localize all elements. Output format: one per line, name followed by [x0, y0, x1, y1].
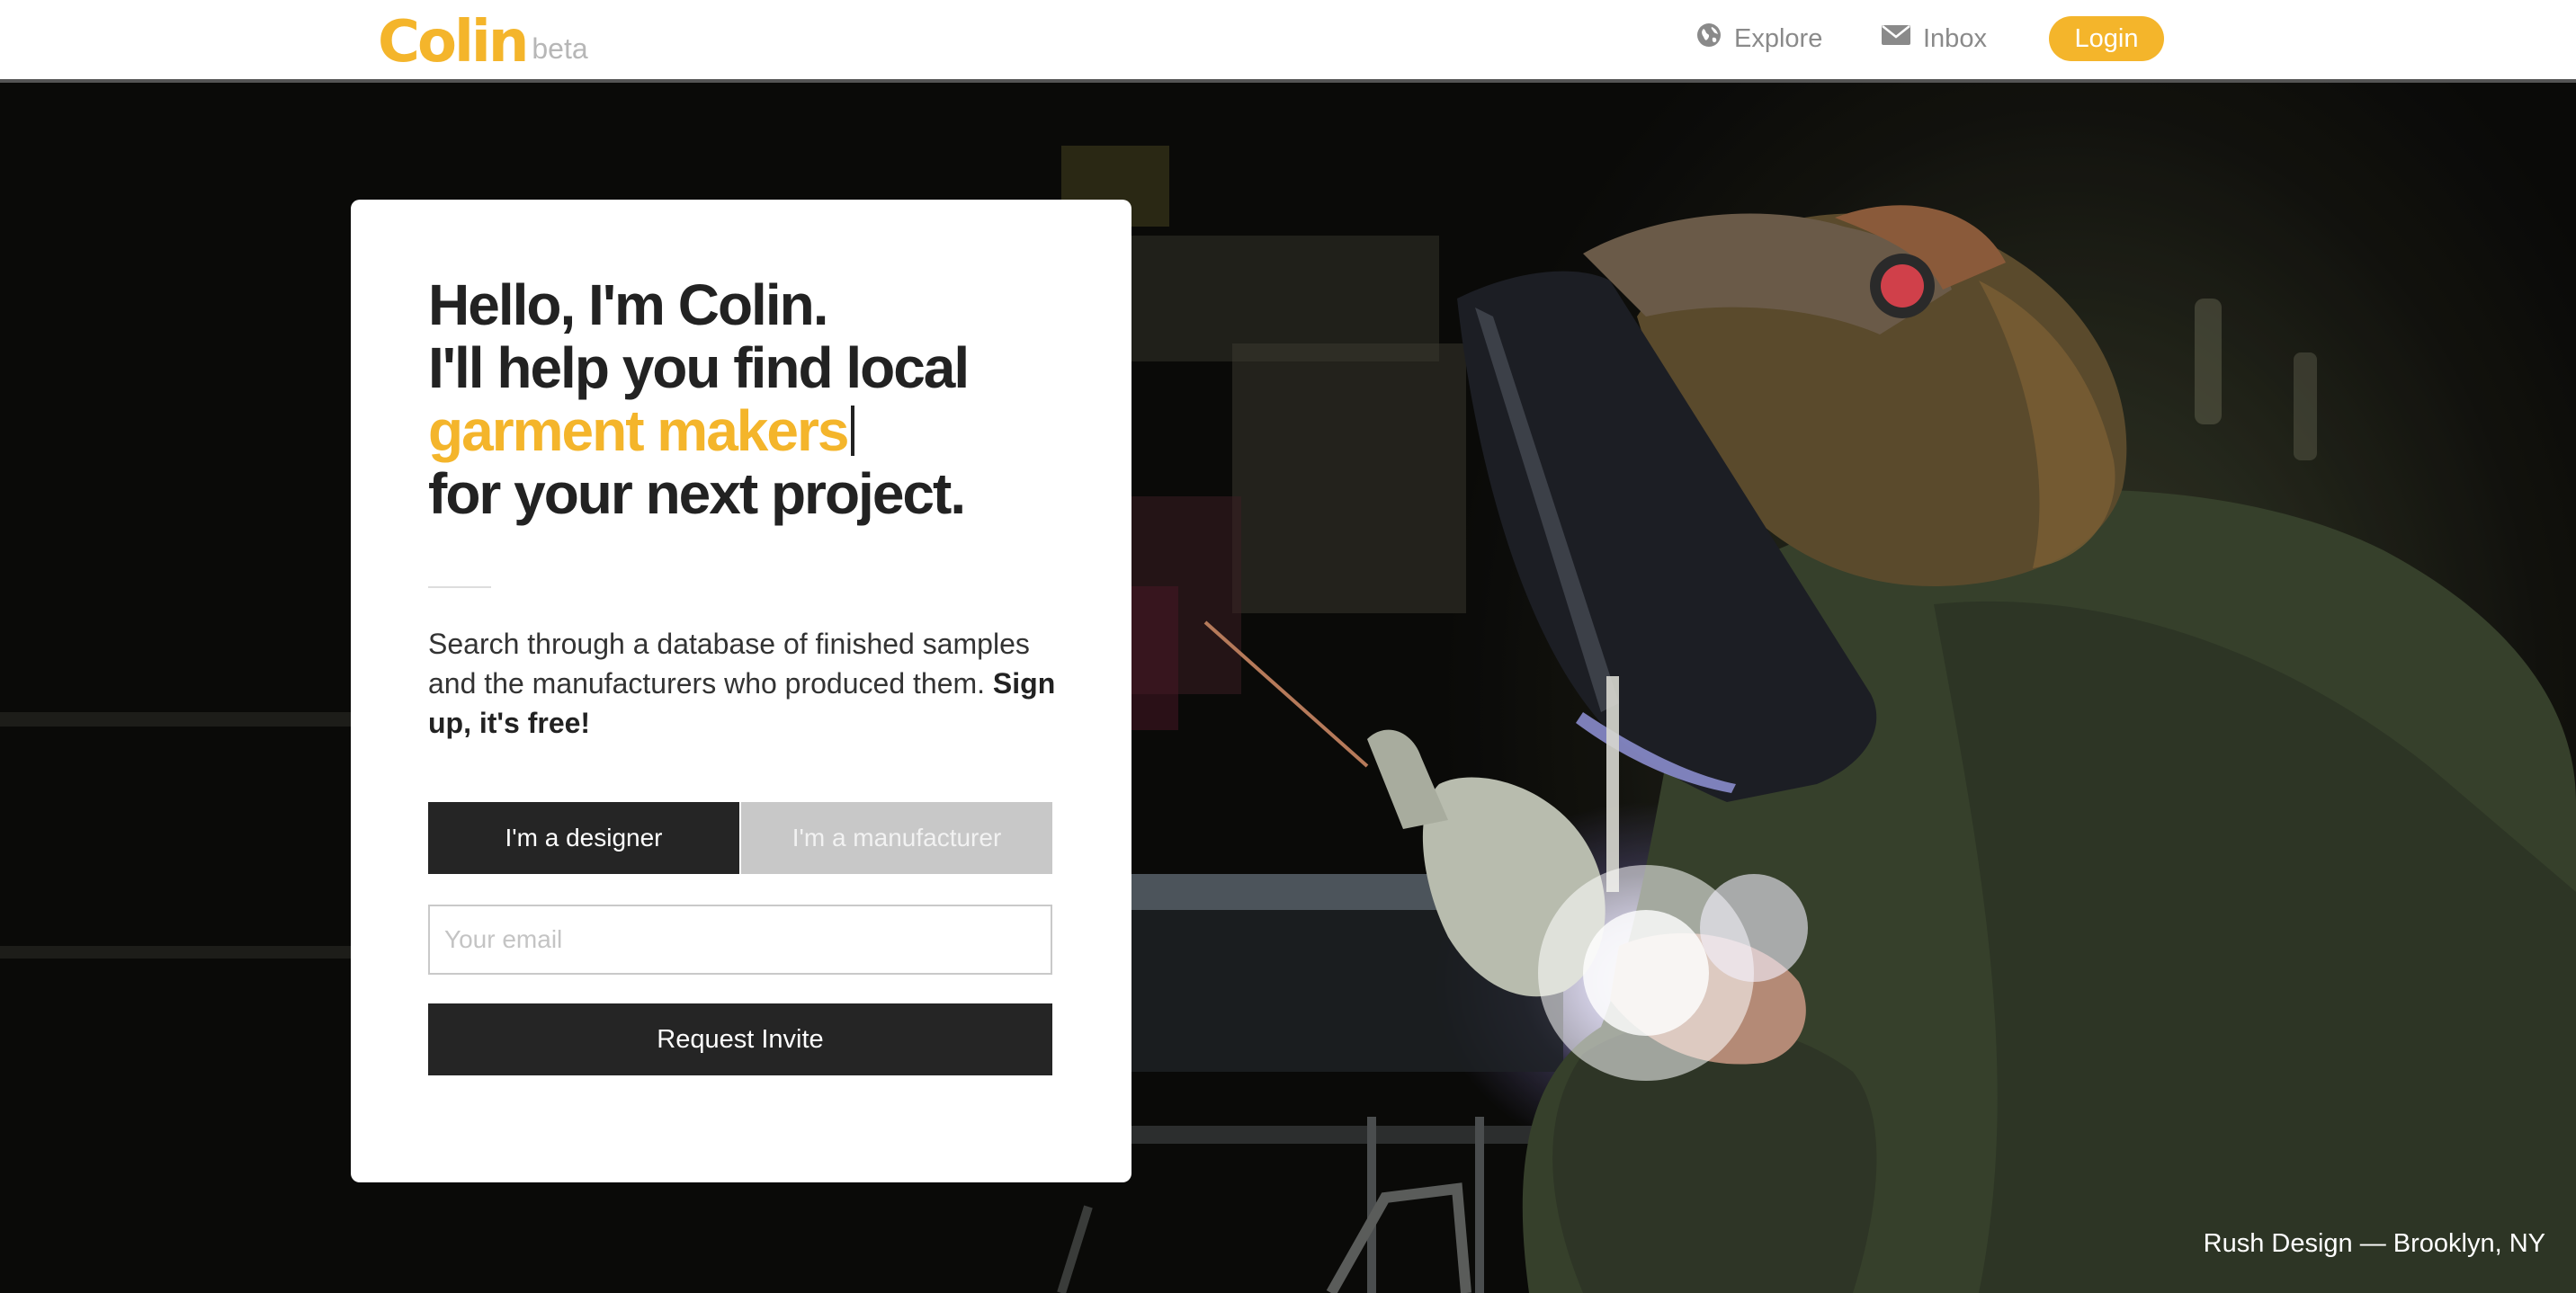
role-toggle: I'm a designer I'm a manufacturer	[428, 802, 1052, 874]
divider	[428, 586, 491, 588]
nav-inbox-link[interactable]: Inbox	[1882, 20, 1987, 58]
logo[interactable]: Colin beta	[378, 2, 588, 77]
nav-explore-link[interactable]: Explore	[1696, 20, 1822, 58]
login-button[interactable]: Login	[2049, 16, 2164, 61]
headline-line-3: garment makers	[428, 399, 1112, 462]
envelope-icon	[1882, 23, 1910, 54]
hero-headline: Hello, I'm Colin. I'll help you find loc…	[428, 273, 1112, 525]
nav-explore-label: Explore	[1734, 23, 1823, 53]
nav-inbox-label: Inbox	[1923, 23, 1987, 53]
beta-tag: beta	[532, 32, 588, 65]
typing-cursor	[851, 406, 855, 456]
headline-line-4: for your next project.	[428, 461, 966, 526]
signup-card: Hello, I'm Colin. I'll help you find loc…	[351, 200, 1131, 1182]
globe-icon	[1696, 22, 1722, 55]
photo-caption: Rush Design — Brooklyn, NY	[2203, 1229, 2545, 1258]
description-text: Search through a database of finished sa…	[428, 628, 1030, 700]
logo-wordmark: Colin	[378, 9, 529, 76]
hero-description: Search through a database of finished sa…	[428, 624, 1076, 743]
top-nav: Colin beta Explore Inbox Login	[0, 0, 2576, 83]
designer-toggle-button[interactable]: I'm a designer	[428, 802, 739, 874]
headline-line-2: I'll help you find local	[428, 335, 970, 400]
headline-line-1: Hello, I'm Colin.	[428, 272, 828, 337]
headline-highlight: garment makers	[428, 398, 849, 463]
request-invite-button[interactable]: Request Invite	[428, 1003, 1052, 1075]
email-field[interactable]	[428, 905, 1052, 975]
manufacturer-toggle-button[interactable]: I'm a manufacturer	[741, 802, 1052, 874]
